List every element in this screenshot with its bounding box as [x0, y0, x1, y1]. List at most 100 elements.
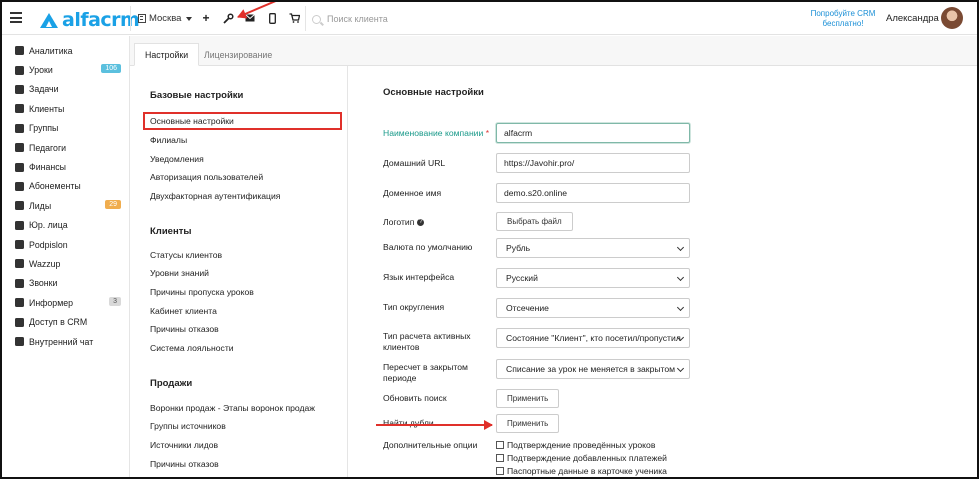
logo-label: Логотип?	[383, 217, 425, 227]
tab-licensing[interactable]: Лицензирование	[194, 43, 282, 66]
update-search-apply-button[interactable]: Применить	[496, 389, 560, 408]
wrench-icon[interactable]	[221, 11, 235, 25]
checkbox	[496, 467, 504, 475]
mobile-icon[interactable]	[265, 11, 279, 25]
home-url-input[interactable]: https://Javohir.pro/	[496, 153, 690, 173]
nav-sales-refusal-reasons[interactable]: Причины отказов	[150, 459, 219, 469]
sidebar-item[interactable]: Задачи	[2, 80, 129, 99]
divider	[305, 6, 306, 31]
sidebar-item[interactable]: Информер 3	[2, 293, 129, 312]
chevron-down-icon	[676, 364, 685, 373]
nav-loyalty-system[interactable]: Система лояльности	[150, 343, 234, 353]
sidebar-item[interactable]: Абонементы	[2, 177, 129, 196]
sidebar-item[interactable]: Wazzup	[2, 254, 129, 273]
annotation-arrow-find-duplicates	[376, 424, 492, 426]
sidebar-item[interactable]: Юр. лица	[2, 216, 129, 235]
logo-text: alfacrm	[62, 9, 140, 31]
nav-lead-sources[interactable]: Источники лидов	[150, 440, 218, 450]
building-icon	[15, 220, 24, 230]
section-clients: Клиенты	[150, 226, 192, 237]
extra-options-label: Дополнительные опции	[383, 440, 478, 450]
sidebar-item-label: Педагоги	[29, 142, 67, 153]
client-search[interactable]: Поиск клиента	[312, 12, 512, 26]
active-clients-calc-select[interactable]: Состояние "Клиент", кто посетил/пропусти…	[496, 328, 690, 348]
help-icon: ?	[417, 219, 425, 227]
plus-icon[interactable]: +	[199, 11, 213, 25]
nav-client-cabinet[interactable]: Кабинет клиента	[150, 306, 217, 316]
nav-notifications[interactable]: Уведомления	[150, 154, 204, 164]
sidebar-item-label: Финансы	[29, 162, 66, 173]
tag-icon	[15, 181, 24, 191]
search-icon	[312, 14, 321, 24]
rounding-label: Тип округления	[383, 302, 445, 312]
option-confirm-lessons[interactable]: Подтверждение проведённых уроков	[496, 440, 655, 450]
sidebar-item-label: Группы	[29, 123, 59, 134]
sidebar-item-label: Доступ в CRM	[29, 317, 88, 328]
highlight-main-settings	[143, 112, 342, 130]
nav-user-auth[interactable]: Авторизация пользователей	[150, 172, 263, 182]
menu-icon[interactable]	[10, 12, 22, 23]
language-select[interactable]: Русский	[496, 268, 690, 288]
find-duplicates-apply-button[interactable]: Применить	[496, 414, 560, 433]
option-passport-data[interactable]: Паспортные данные в карточке ученика	[496, 466, 667, 476]
sidebar-item[interactable]: Финансы	[2, 157, 129, 176]
nav-absence-reasons[interactable]: Причины пропуска уроков	[150, 287, 254, 297]
user-plus-icon	[15, 201, 24, 211]
sidebar-item-label: Абонементы	[29, 181, 81, 192]
count-badge: 3	[109, 297, 121, 307]
sidebar-item[interactable]: Уроки 106	[2, 60, 129, 79]
sidebar-item[interactable]: Педагоги	[2, 138, 129, 157]
logo[interactable]: alfacrm	[40, 9, 140, 31]
sidebar-item[interactable]: Лиды 29	[2, 196, 129, 215]
sidebar-item[interactable]: Внутренний чат	[2, 332, 129, 351]
whatsapp-icon	[15, 259, 24, 269]
nav-branches[interactable]: Филиалы	[150, 135, 187, 145]
nav-client-statuses[interactable]: Статусы клиентов	[150, 250, 222, 260]
city-selector[interactable]: Москва	[138, 13, 193, 24]
chevron-down-icon	[676, 273, 685, 282]
company-name-input[interactable]: alfacrm	[496, 123, 690, 143]
user-icon	[15, 104, 24, 114]
currency-select[interactable]: Рубль	[496, 238, 690, 258]
building-icon	[138, 14, 146, 23]
nav-refusal-reasons[interactable]: Причины отказов	[150, 324, 219, 334]
nav-knowledge-levels[interactable]: Уровни знаний	[150, 268, 209, 278]
sidebar-item[interactable]: Группы	[2, 119, 129, 138]
user-name[interactable]: Александра	[886, 13, 939, 24]
sidebar-item-label: Wazzup	[29, 258, 61, 269]
sidebar-item[interactable]: Аналитика	[2, 41, 129, 60]
sidebar-item-label: Уроки	[29, 65, 53, 76]
nav-sales-funnels[interactable]: Воронки продаж - Этапы воронок продаж	[150, 403, 315, 413]
nav-source-groups[interactable]: Группы источников	[150, 421, 226, 431]
sidebar-item[interactable]: Podpislon	[2, 235, 129, 254]
active-clients-calc-label: Тип расчета активных клиентов	[383, 331, 471, 352]
sidebar-item[interactable]: Клиенты	[2, 99, 129, 118]
city-label: Москва	[149, 13, 182, 24]
sidebar-item-label: Информер	[29, 297, 74, 308]
chevron-down-icon	[676, 243, 685, 252]
option-confirm-payments[interactable]: Подтверждение добавленных платежей	[496, 453, 667, 463]
company-name-label: Наименование компании *	[383, 128, 490, 138]
sidebar-item-label: Юр. лица	[29, 220, 68, 231]
closed-period-recalc-select[interactable]: Списание за урок не меняется в закрытом	[496, 359, 690, 379]
sidebar-item[interactable]: Звонки	[2, 274, 129, 293]
free-trial-link[interactable]: Попробуйте CRM бесплатно!	[810, 9, 876, 29]
tab-bar: Настройки Лицензирование	[130, 36, 977, 66]
sidebar-item[interactable]: Доступ в CRM	[2, 312, 129, 331]
checkbox	[496, 441, 504, 449]
graduation-icon	[15, 143, 24, 153]
main-settings-form: Основные настройки Наименование компании…	[349, 66, 977, 477]
top-bar: alfacrm Москва + Поиск клиента Попробуйт…	[2, 2, 977, 35]
sidebar-item-label: Внутренний чат	[29, 336, 94, 347]
cart-icon[interactable]	[287, 11, 301, 25]
currency-label: Валюта по умолчанию	[383, 242, 473, 252]
chat-icon	[15, 337, 24, 347]
update-search-label: Обновить поиск	[383, 393, 447, 403]
tab-settings[interactable]: Настройки	[134, 43, 200, 66]
choose-file-button[interactable]: Выбрать файл	[496, 212, 573, 231]
domain-input[interactable]: demo.s20.online	[496, 183, 690, 203]
nav-two-factor[interactable]: Двухфакторная аутентификация	[150, 191, 280, 201]
avatar[interactable]	[941, 7, 963, 29]
rounding-select[interactable]: Отсечение	[496, 298, 690, 318]
checkbox	[496, 454, 504, 462]
